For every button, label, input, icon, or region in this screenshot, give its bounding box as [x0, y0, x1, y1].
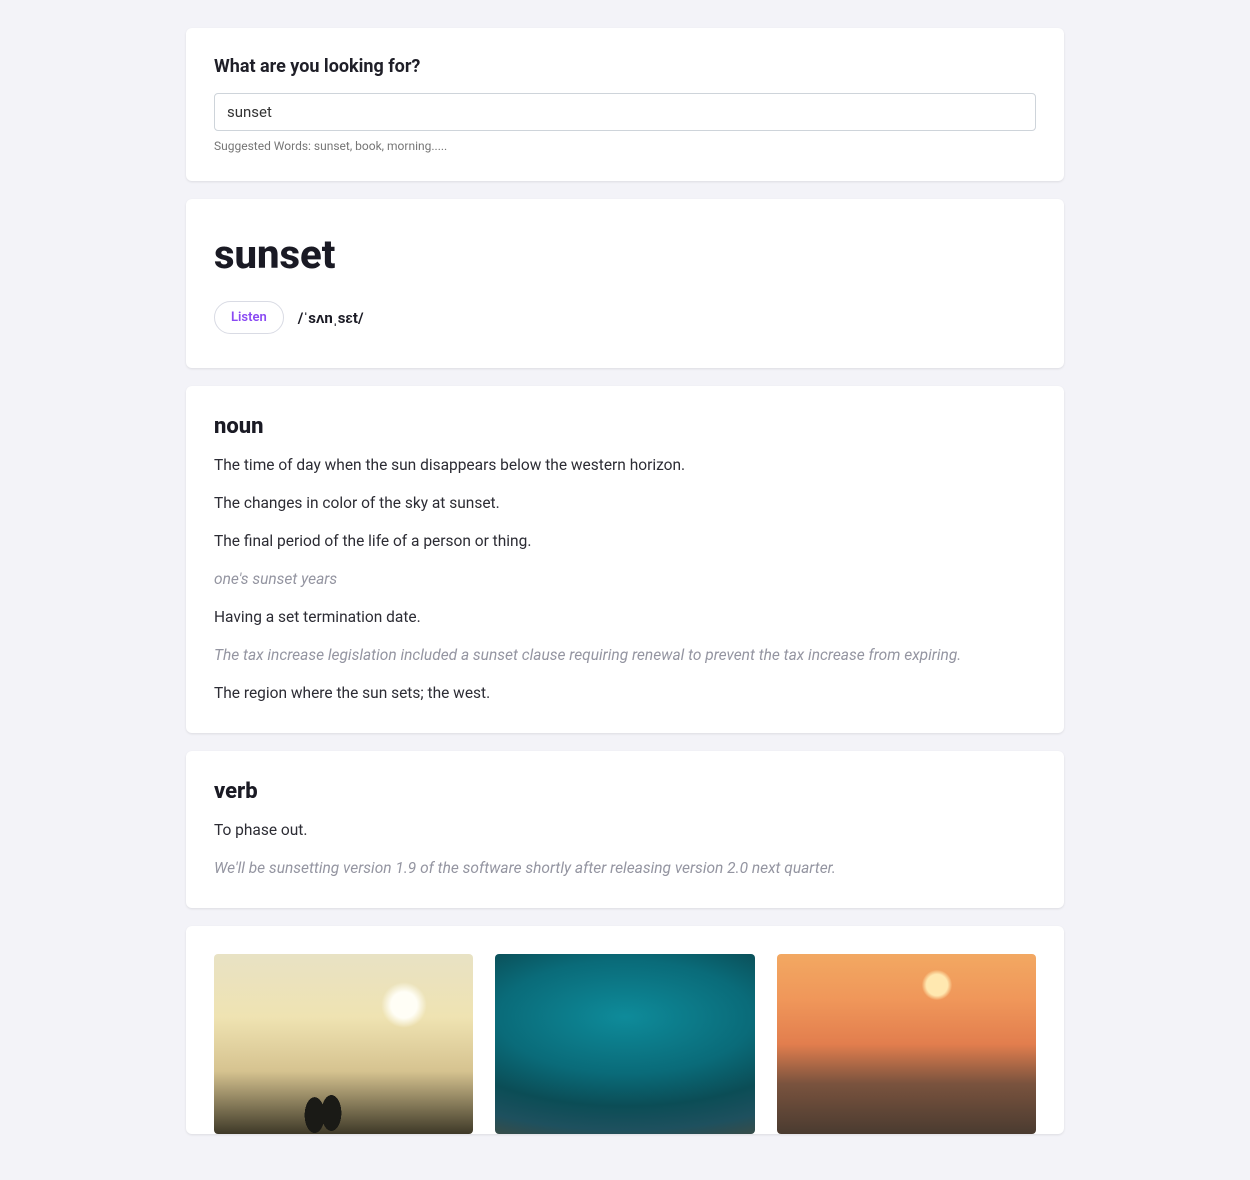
definition-block: The final period of the life of a person… — [214, 529, 1036, 591]
definition-text: The time of day when the sun disappears … — [214, 453, 1036, 477]
definition-text: The final period of the life of a person… — [214, 529, 1036, 553]
word-image — [777, 954, 1036, 1134]
definition-block: Having a set termination date. The tax i… — [214, 605, 1036, 667]
definition-card-noun: noun The time of day when the sun disapp… — [186, 386, 1064, 733]
word-title: sunset — [214, 233, 1036, 277]
definition-example: one's sunset years — [214, 567, 1036, 591]
pronunciation: /ˈsʌnˌsɛt/ — [298, 309, 364, 327]
definition-example: The tax increase legislation included a … — [214, 643, 1036, 667]
definition-block: The region where the sun sets; the west. — [214, 681, 1036, 705]
listen-button[interactable]: Listen — [214, 301, 284, 334]
pos-heading: noun — [214, 414, 1036, 439]
search-input[interactable] — [214, 93, 1036, 131]
images-card — [186, 926, 1064, 1134]
definition-text: To phase out. — [214, 818, 1036, 842]
listen-row: Listen /ˈsʌnˌsɛt/ — [214, 301, 1036, 334]
word-image — [495, 954, 754, 1134]
definition-block: The changes in color of the sky at sunse… — [214, 491, 1036, 515]
definition-block: The time of day when the sun disappears … — [214, 453, 1036, 477]
pos-heading: verb — [214, 779, 1036, 804]
search-title: What are you looking for? — [214, 56, 1036, 77]
definition-text: Having a set termination date. — [214, 605, 1036, 629]
word-card: sunset Listen /ˈsʌnˌsɛt/ — [186, 199, 1064, 368]
suggested-words: Suggested Words: sunset, book, morning..… — [214, 139, 1036, 153]
definition-text: The changes in color of the sky at sunse… — [214, 491, 1036, 515]
definition-text: The region where the sun sets; the west. — [214, 681, 1036, 705]
definition-block: To phase out. We'll be sunsetting versio… — [214, 818, 1036, 880]
word-image — [214, 954, 473, 1134]
definition-card-verb: verb To phase out. We'll be sunsetting v… — [186, 751, 1064, 908]
search-card: What are you looking for? Suggested Word… — [186, 28, 1064, 181]
images-row — [214, 954, 1036, 1134]
definition-example: We'll be sunsetting version 1.9 of the s… — [214, 856, 1036, 880]
